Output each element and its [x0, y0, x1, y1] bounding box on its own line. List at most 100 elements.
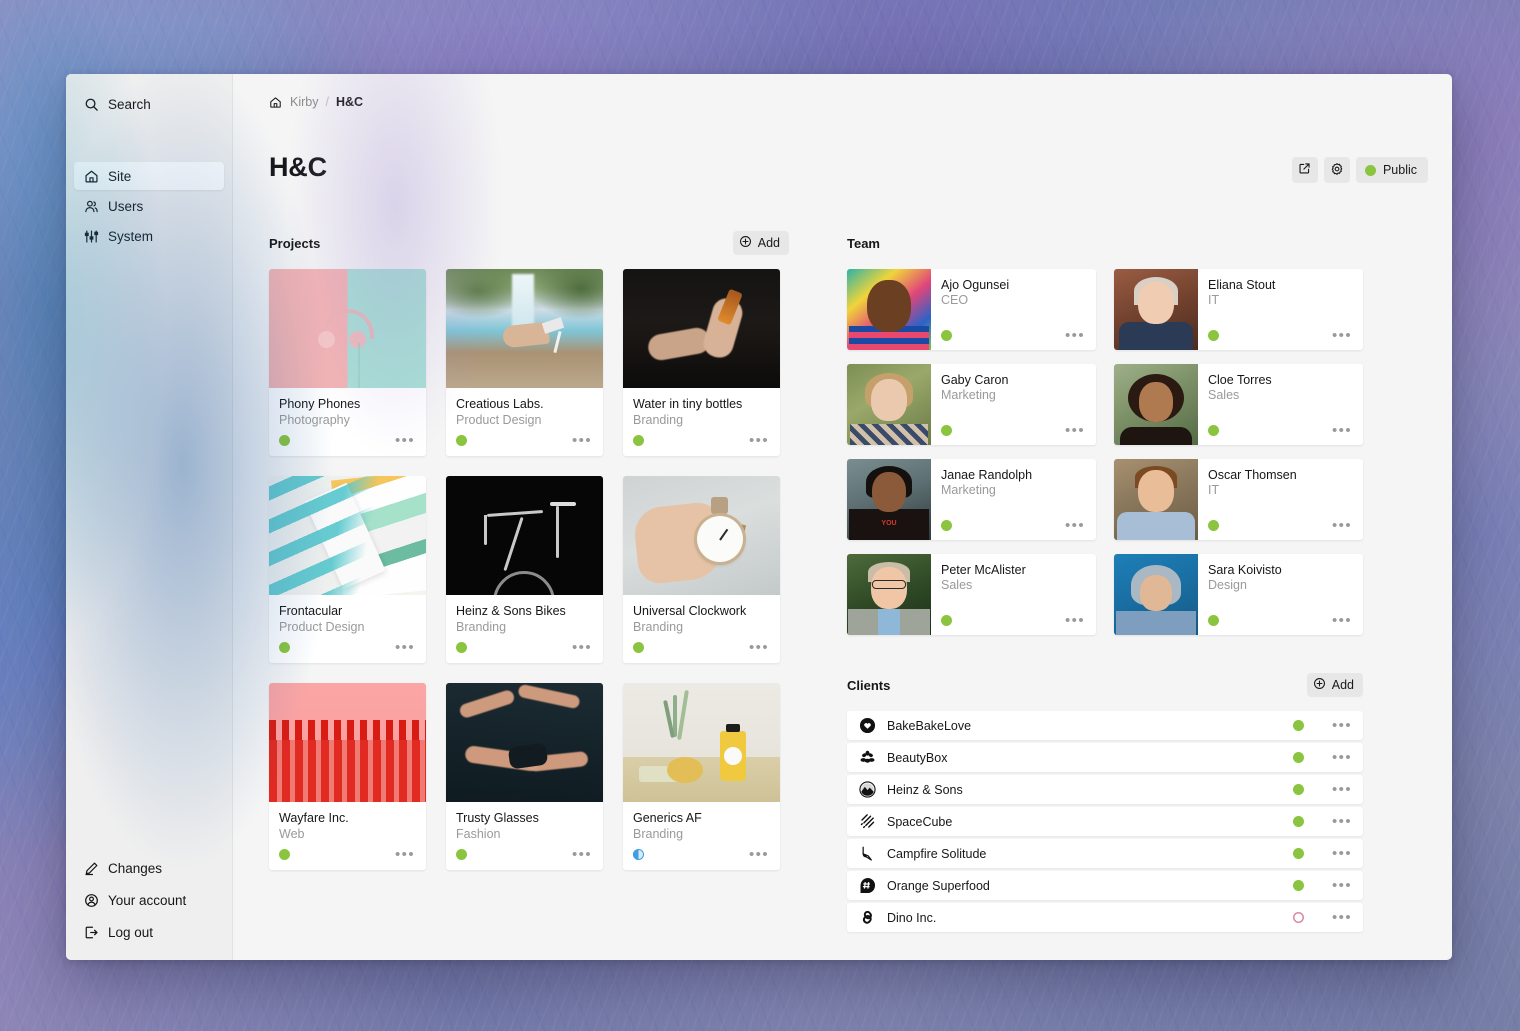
client-options-button[interactable]: •••	[1331, 722, 1353, 730]
project-options-button[interactable]: •••	[571, 437, 593, 445]
list-item[interactable]: SpaceCube •••	[847, 807, 1363, 836]
search-button[interactable]: Search	[74, 90, 224, 118]
sidebar-item-site[interactable]: Site	[74, 162, 224, 190]
add-client-label: Add	[1332, 678, 1354, 692]
add-project-button[interactable]: Add	[733, 231, 789, 255]
status-dot-icon	[1293, 816, 1304, 827]
team-card[interactable]: Ajo Ogunsei CEO •••	[847, 269, 1096, 350]
team-footer: •••	[941, 615, 1086, 635]
open-preview-button[interactable]	[1292, 157, 1318, 183]
main-content: Kirby / H&C H&C	[233, 74, 1452, 960]
team-options-button[interactable]: •••	[1064, 522, 1086, 530]
team-options-button[interactable]: •••	[1331, 427, 1353, 435]
breadcrumb-root[interactable]: Kirby	[290, 95, 318, 109]
project-card[interactable]: Universal Clockwork Branding •••	[623, 476, 780, 663]
sliders-icon	[83, 228, 99, 244]
breadcrumb-current[interactable]: H&C	[336, 95, 363, 109]
project-options-button[interactable]: •••	[394, 437, 416, 445]
status-dot-icon	[941, 425, 952, 436]
client-options-button[interactable]: •••	[1331, 818, 1353, 826]
team-options-button[interactable]: •••	[1331, 332, 1353, 340]
client-options-button[interactable]: •••	[1331, 786, 1353, 794]
status-dot-icon	[279, 849, 290, 860]
team-options-button[interactable]: •••	[1064, 617, 1086, 625]
sidebar-item-changes[interactable]: Changes	[74, 854, 224, 882]
search-icon	[83, 96, 99, 112]
project-card[interactable]: Generics AF Branding •••	[623, 683, 780, 870]
status-badge[interactable]: Public	[1356, 157, 1428, 183]
team-card[interactable]: Gaby Caron Marketing •••	[847, 364, 1096, 445]
project-body: Generics AF Branding	[623, 802, 780, 841]
gear-icon	[1330, 162, 1344, 179]
clients-list: BakeBakeLove •••	[847, 711, 1363, 932]
client-options-button[interactable]: •••	[1331, 914, 1353, 922]
team-footer: •••	[941, 520, 1086, 540]
team-options-button[interactable]: •••	[1064, 332, 1086, 340]
team-card[interactable]: Oscar Thomsen IT •••	[1114, 459, 1363, 540]
flower-logo-icon	[859, 749, 876, 766]
sidebar-item-system[interactable]: System	[74, 222, 224, 250]
project-card[interactable]: Heinz & Sons Bikes Branding •••	[446, 476, 603, 663]
project-options-button[interactable]: •••	[748, 644, 770, 652]
project-footer: •••	[623, 634, 780, 663]
project-footer: •••	[269, 634, 426, 663]
add-client-button[interactable]: Add	[1307, 673, 1363, 697]
project-card[interactable]: Water in tiny bottles Branding •••	[623, 269, 780, 456]
project-card[interactable]: Creatious Labs. Product Design •••	[446, 269, 603, 456]
list-item[interactable]: BakeBakeLove •••	[847, 711, 1363, 740]
project-footer: •••	[623, 427, 780, 456]
team-card[interactable]: Sara Koivisto Design •••	[1114, 554, 1363, 635]
project-card[interactable]: Wayfare Inc. Web •••	[269, 683, 426, 870]
team-options-button[interactable]: •••	[1331, 522, 1353, 530]
status-dot-icon	[456, 435, 467, 446]
team-member-role: Marketing	[941, 483, 1086, 497]
project-title: Generics AF	[633, 811, 770, 825]
project-category: Branding	[633, 413, 770, 427]
team-card[interactable]: Eliana Stout IT •••	[1114, 269, 1363, 350]
project-card[interactable]: Trusty Glasses Fashion •••	[446, 683, 603, 870]
client-options-button[interactable]: •••	[1331, 850, 1353, 858]
project-category: Branding	[633, 827, 770, 841]
list-item[interactable]: Orange Superfood •••	[847, 871, 1363, 900]
project-options-button[interactable]: •••	[571, 644, 593, 652]
project-options-button[interactable]: •••	[394, 851, 416, 859]
list-item[interactable]: Heinz & Sons •••	[847, 775, 1363, 804]
page-header: H&C	[269, 152, 1428, 183]
status-dot-icon	[279, 642, 290, 653]
avatar	[1114, 364, 1198, 445]
project-thumbnail	[623, 476, 780, 595]
sidebar-item-users[interactable]: Users	[74, 192, 224, 220]
status-dot-icon	[1208, 520, 1219, 531]
status-dot-icon	[1293, 720, 1304, 731]
team-card[interactable]: Cloe Torres Sales •••	[1114, 364, 1363, 445]
team-member-name: Cloe Torres	[1208, 373, 1353, 387]
list-item[interactable]: Dino Inc. •••	[847, 903, 1363, 932]
settings-button[interactable]	[1324, 157, 1350, 183]
project-options-button[interactable]: •••	[748, 851, 770, 859]
team-member-role: Sales	[941, 578, 1086, 592]
team-member-name: Janae Randolph	[941, 468, 1086, 482]
team-footer: •••	[1208, 330, 1353, 350]
team-card[interactable]: Janae Randolph Marketing •••	[847, 459, 1096, 540]
client-options-button[interactable]: •••	[1331, 882, 1353, 890]
team-options-button[interactable]: •••	[1064, 427, 1086, 435]
project-footer: •••	[446, 841, 603, 870]
project-options-button[interactable]: •••	[748, 437, 770, 445]
team-options-button[interactable]: •••	[1331, 617, 1353, 625]
breadcrumb: Kirby / H&C	[269, 90, 1428, 114]
sidebar-item-your-account[interactable]: Your account	[74, 886, 224, 914]
project-card[interactable]: Frontacular Product Design •••	[269, 476, 426, 663]
project-footer: •••	[446, 634, 603, 663]
projects-section-title: Projects	[269, 236, 320, 251]
project-options-button[interactable]: •••	[394, 644, 416, 652]
list-item[interactable]: Campfire Solitude •••	[847, 839, 1363, 868]
client-options-button[interactable]: •••	[1331, 754, 1353, 762]
project-body: Water in tiny bottles Branding	[623, 388, 780, 427]
team-member-role: Sales	[1208, 388, 1353, 402]
project-options-button[interactable]: •••	[571, 851, 593, 859]
sidebar-item-log-out[interactable]: Log out	[74, 918, 224, 946]
list-item[interactable]: BeautyBox •••	[847, 743, 1363, 772]
client-name: Heinz & Sons	[887, 783, 1282, 797]
team-card[interactable]: Peter McAlister Sales •••	[847, 554, 1096, 635]
project-card[interactable]: Phony Phones Photography •••	[269, 269, 426, 456]
